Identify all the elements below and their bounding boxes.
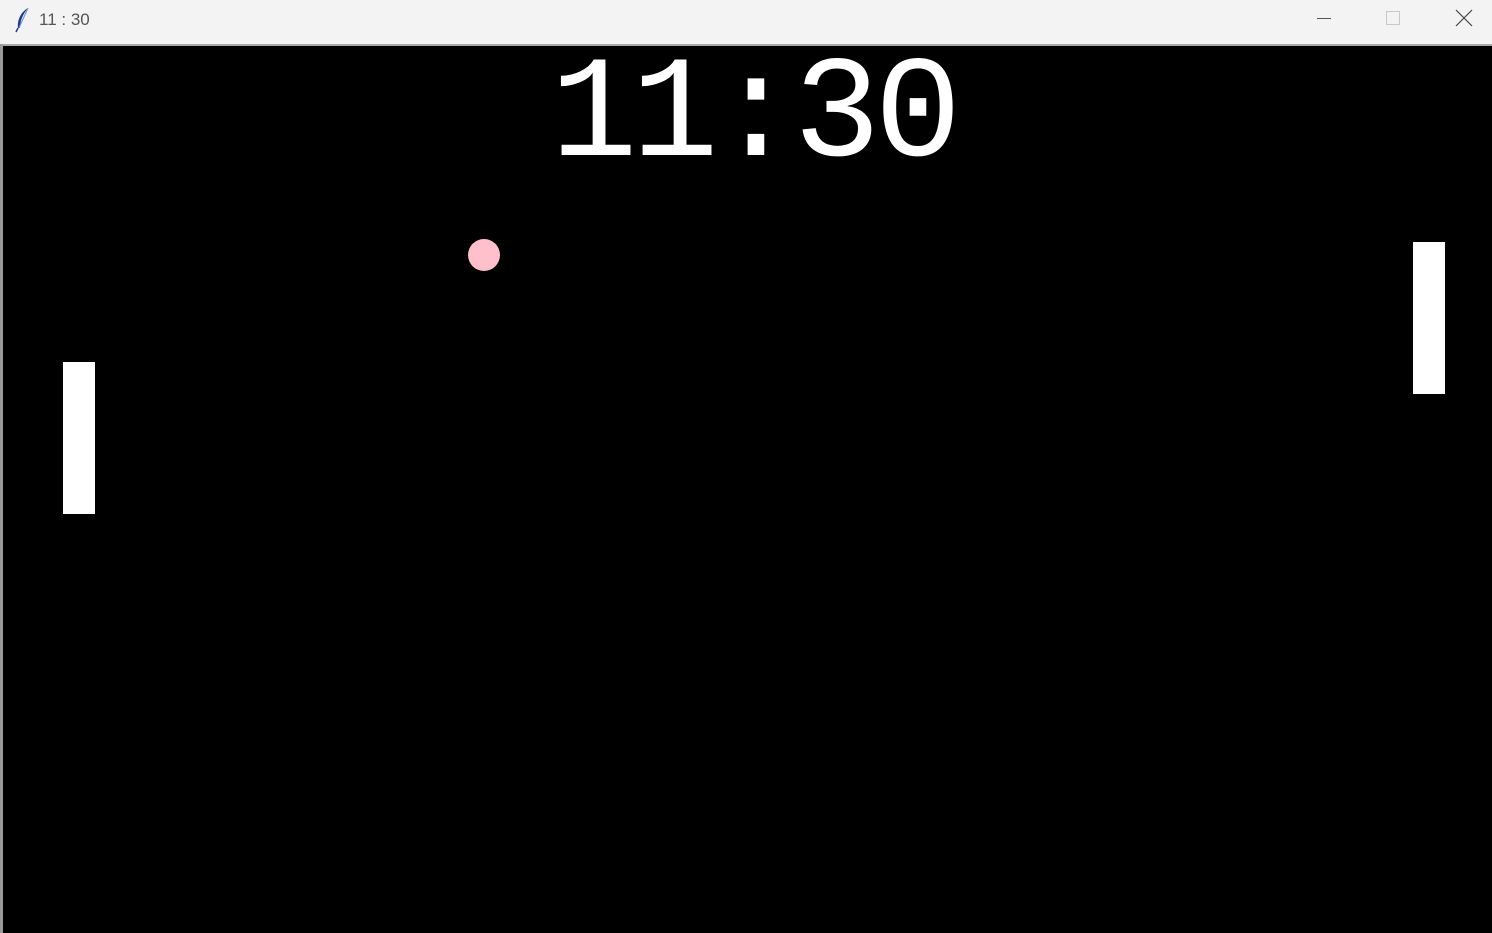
feather-icon [13, 6, 33, 34]
score-display: 11:30 [550, 46, 961, 199]
maximize-button[interactable] [1363, 0, 1423, 40]
close-button[interactable] [1434, 0, 1492, 40]
maximize-icon [1385, 10, 1401, 31]
left-paddle [63, 362, 95, 514]
game-window: 11 : 30 11:30 [0, 0, 1492, 933]
minimize-icon [1316, 10, 1332, 31]
close-icon [1455, 9, 1473, 32]
right-paddle [1413, 242, 1445, 394]
game-canvas[interactable]: 11:30 [3, 46, 1492, 933]
window-title: 11 : 30 [39, 10, 90, 29]
ball [468, 239, 500, 271]
title-bar[interactable]: 11 : 30 [0, 0, 1492, 44]
minimize-button[interactable] [1294, 0, 1354, 40]
